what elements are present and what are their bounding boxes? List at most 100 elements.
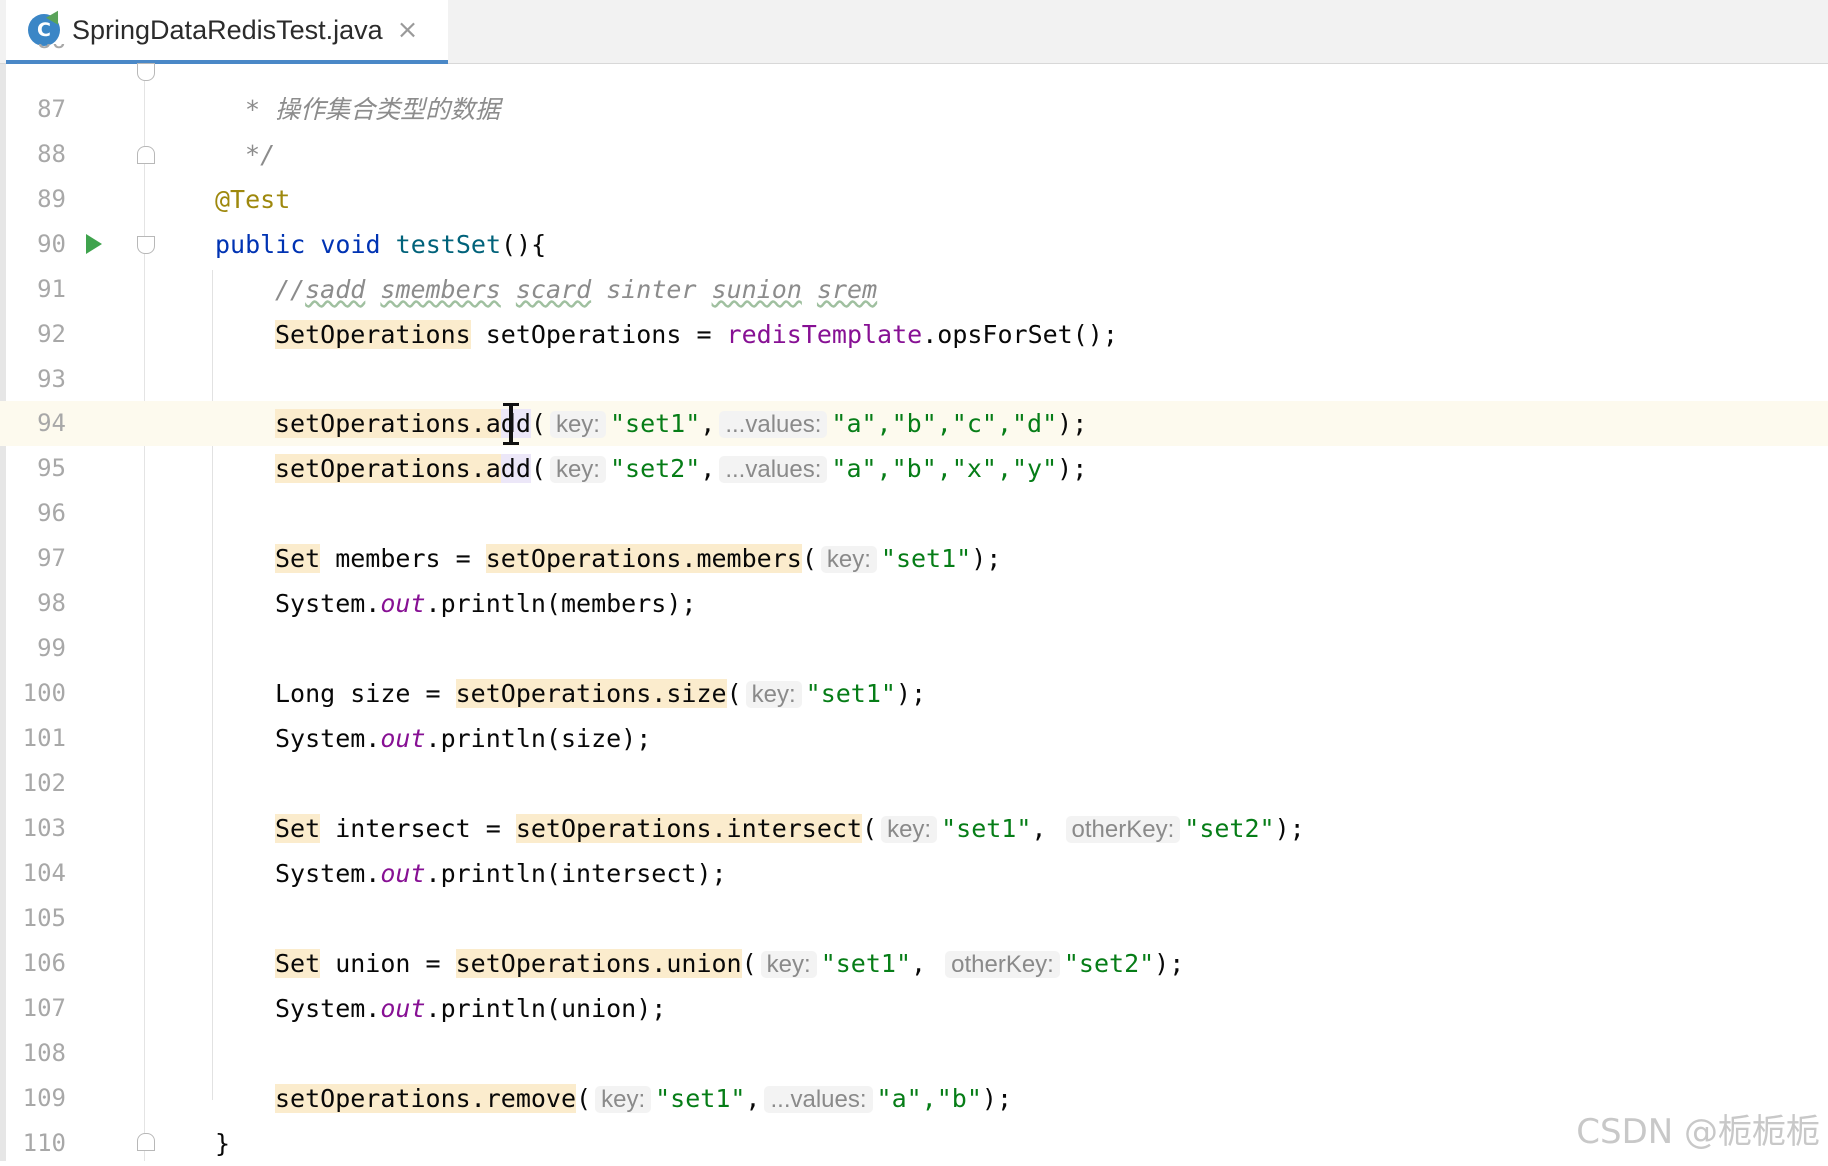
text-cursor-icon — [503, 403, 519, 445]
code-line: 102 — [0, 761, 1828, 806]
keyword: public — [215, 230, 306, 259]
code-line: 92 SetOperations setOperations = redisTe… — [0, 312, 1828, 357]
code-token: intersect = — [320, 814, 516, 843]
code-line: 105 — [0, 896, 1828, 941]
code-token: ( — [530, 454, 546, 483]
line-number: 92 — [37, 320, 66, 348]
code-line: 90 public void testSet(){ — [0, 222, 1828, 267]
line-number: 100 — [22, 679, 66, 707]
comment-token: sinter — [606, 275, 697, 304]
code-token: setOperations.remove — [275, 1084, 577, 1113]
code-token: setOperations.members — [485, 544, 802, 573]
code-token: .println(union); — [425, 994, 667, 1023]
code-token: setOperations.size — [455, 679, 727, 708]
code-text: System.out.println(members); — [275, 581, 696, 626]
string-literal: "a","b" — [876, 1084, 982, 1113]
line-number: 99 — [37, 634, 66, 662]
code-token: ); — [1274, 814, 1305, 843]
line-number: 95 — [37, 454, 66, 482]
field-ref: redisTemplate — [726, 320, 923, 349]
line-number: 102 — [22, 769, 66, 797]
code-text: Set members = setOperations.members(key:… — [275, 536, 1001, 581]
annotation: @Test — [215, 185, 291, 214]
code-token: ( — [862, 814, 878, 843]
code-line: 108 — [0, 1031, 1828, 1076]
code-token: setOperations = — [470, 320, 727, 349]
code-line: 97 Set members = setOperations.members(k… — [0, 536, 1828, 581]
line-number: 87 — [37, 95, 66, 123]
code-token: System. — [275, 589, 381, 618]
param-hint: otherKey: — [945, 951, 1060, 978]
code-token: ); — [1057, 454, 1088, 483]
comment-text: //sadd smembers scard sinter sunion srem — [275, 267, 877, 312]
code-token: , — [700, 409, 716, 438]
line-number: 96 — [37, 499, 66, 527]
code-line: 107 System.out.println(union); — [0, 986, 1828, 1031]
code-token: , — [700, 454, 716, 483]
code-editor[interactable]: 86 87 * 操作集合类型的数据 88 */ 89 @Test 90 publ… — [0, 0, 1828, 1161]
code-token: .println(size); — [425, 724, 652, 753]
line-number: 86 — [14, 44, 66, 63]
fold-marker-icon[interactable] — [137, 146, 155, 164]
code-token: ); — [981, 1084, 1012, 1113]
code-token: .println(intersect); — [425, 859, 727, 888]
fold-marker-icon[interactable] — [137, 236, 155, 254]
code-text: setOperations.add(key: "set1", ...values: "… — [275, 401, 1087, 446]
code-token: Set — [275, 544, 321, 573]
code-token: setOperations.intersect — [515, 814, 863, 843]
code-token: Long size = — [275, 679, 456, 708]
run-test-icon[interactable] — [86, 234, 102, 254]
comment-token: sadd — [305, 275, 366, 304]
line-number: 89 — [37, 185, 66, 213]
watermark: CSDN @栀栀栀 — [1576, 1112, 1820, 1152]
code-token: ( — [801, 544, 817, 573]
code-line: 96 — [0, 491, 1828, 536]
param-hint: key: — [595, 1086, 652, 1113]
param-hint: ...values: — [719, 411, 828, 438]
code-token: , — [1031, 814, 1047, 843]
param-hint: key: — [549, 411, 606, 438]
code-token: .opsForSet(); — [922, 320, 1118, 349]
line-number: 97 — [37, 544, 66, 572]
string-literal: "set1" — [820, 949, 911, 978]
code-line: 101 System.out.println(size); — [0, 716, 1828, 761]
code-text: setOperations.add(key: "set2", ...values: "… — [275, 446, 1087, 491]
param-hint: key: — [745, 681, 802, 708]
code-line: 93 — [0, 357, 1828, 402]
code-line: 103 Set intersect = setOperations.inters… — [0, 806, 1828, 851]
fold-marker-icon[interactable] — [137, 63, 155, 81]
param-hint: ...values: — [719, 456, 828, 483]
code-token: System. — [275, 994, 381, 1023]
code-token: , — [911, 949, 927, 978]
code-line: 91 //sadd smembers scard sinter sunion s… — [0, 267, 1828, 312]
line-number: 90 — [37, 230, 66, 258]
line-number: 98 — [37, 589, 66, 617]
line-number: 94 — [37, 409, 66, 437]
code-token: ( — [741, 949, 757, 978]
line-number: 106 — [22, 949, 66, 977]
param-hint: key: — [549, 456, 606, 483]
comment-text: */ — [230, 140, 276, 169]
code-token: members = — [320, 544, 486, 573]
code-token: Set — [275, 814, 321, 843]
code-line: 95 setOperations.add(key: "set2", ...value… — [0, 446, 1828, 491]
code-token: ); — [1154, 949, 1185, 978]
code-token: ); — [1057, 409, 1088, 438]
param-hint: key: — [760, 951, 817, 978]
code-line: 99 — [0, 626, 1828, 671]
code-token: System. — [275, 859, 381, 888]
code-token: , — [745, 1084, 761, 1113]
param-hint: ...values: — [764, 1086, 873, 1113]
code-token: System. — [275, 724, 381, 753]
fold-marker-icon[interactable] — [137, 1133, 155, 1151]
comment-token: // — [275, 275, 306, 304]
code-token: ( — [576, 1084, 592, 1113]
code-token: (){ — [501, 230, 547, 259]
line-number: 107 — [22, 994, 66, 1022]
code-text: Set union = setOperations.union(key: "set… — [275, 941, 1184, 986]
comment-text: * 操作集合类型的数据 — [230, 95, 501, 124]
code-token: .println(members); — [425, 589, 697, 618]
string-literal: "set1" — [805, 679, 896, 708]
line-number: 88 — [37, 140, 66, 168]
line-number: 101 — [22, 724, 66, 752]
